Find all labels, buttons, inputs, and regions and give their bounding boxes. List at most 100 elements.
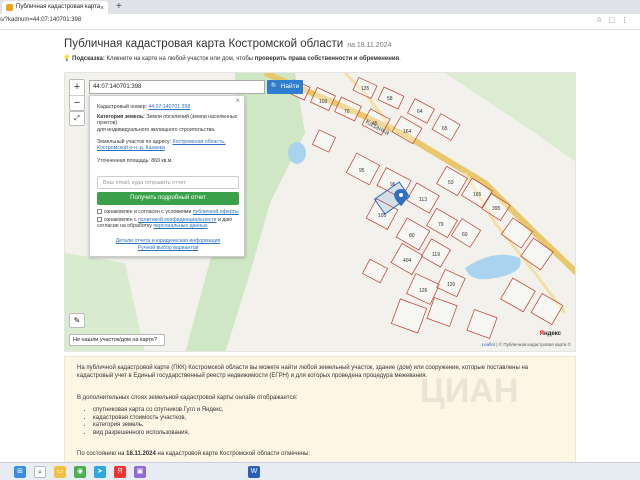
map-attribution: Leaflet | © Публичная кадастровая карта … bbox=[482, 342, 571, 347]
plot-number: 96 bbox=[390, 182, 396, 188]
plot-number: 58 bbox=[387, 96, 393, 102]
hint-text: Кликните на карте на любой участок или д… bbox=[104, 56, 255, 62]
chrome-icon[interactable]: ◉ bbox=[74, 466, 86, 478]
tab-title: Публичная кадастровая карта bbox=[16, 4, 101, 10]
tab-close-icon[interactable]: × bbox=[100, 2, 104, 14]
offer-link[interactable]: публичной оферты bbox=[193, 209, 239, 215]
windows-start-icon[interactable]: ⊞ bbox=[14, 466, 26, 478]
yandex-logo: Яндекс bbox=[540, 331, 561, 337]
area-value: 869 кв.м. bbox=[151, 158, 173, 164]
page-title: Публичная кадастровая карта Костромской … bbox=[64, 38, 391, 50]
list-item: кадастровая стоимость участков, bbox=[93, 415, 224, 423]
plot-number: 165 bbox=[473, 192, 482, 198]
email-input[interactable]: Ваш email, куда отправить отчет bbox=[97, 176, 239, 189]
plot-number: 119 bbox=[432, 252, 440, 258]
plot-number: 395 bbox=[492, 206, 501, 212]
page-title-text: Публичная кадастровая карта Костромской … bbox=[64, 38, 344, 50]
ruler-icon[interactable]: ✎ bbox=[69, 313, 85, 328]
hint-label: Подсказка: bbox=[72, 56, 105, 62]
info-p3-prefix: По состоянию на bbox=[77, 451, 127, 457]
manual-select-link[interactable]: Ручной выбор вариантов bbox=[138, 245, 199, 251]
zoom-out-button[interactable]: − bbox=[70, 95, 84, 110]
plot-number: 80 bbox=[409, 233, 415, 239]
bulb-icon: 💡 bbox=[63, 56, 71, 62]
personal-data-link[interactable]: персональных данных bbox=[153, 223, 207, 229]
plot-number: 70 bbox=[344, 109, 350, 115]
plot-number: 404 bbox=[403, 258, 412, 264]
plot-number: 164 bbox=[403, 129, 412, 135]
privacy-link[interactable]: политикой конфиденциальности bbox=[138, 217, 216, 223]
expand-icon[interactable]: ⤢ bbox=[69, 111, 85, 126]
cadastral-map[interactable]: Казанка 97103704516413558646595961135316… bbox=[64, 72, 576, 352]
leaflet-link[interactable]: Leaflet bbox=[482, 342, 496, 347]
parcel-popup: × Кадастровый номер: 44:07:140701:398 Ка… bbox=[89, 95, 245, 257]
info-p3-date: 18.11.2024 bbox=[126, 451, 156, 457]
search-input[interactable]: 44:07:140701:398 bbox=[89, 80, 265, 94]
address-row: Земельный участок по адресу: Костромская… bbox=[97, 139, 239, 152]
search-icon[interactable]: ⌕ bbox=[34, 466, 46, 478]
plot-number: 113 bbox=[419, 197, 427, 203]
offer-checkbox-row[interactable]: ознакомлен и согласен с условиями публич… bbox=[97, 209, 239, 215]
search-button-label: Найти bbox=[280, 83, 300, 90]
yandex-logo-rest: ндекс bbox=[543, 331, 561, 337]
attribution-text: | © Публичная кадастровая карта © bbox=[495, 342, 571, 347]
photos-icon[interactable]: ▣ bbox=[134, 466, 146, 478]
list-item: категория земель, bbox=[93, 422, 224, 430]
plot-number: 65 bbox=[442, 126, 448, 132]
address-bar: s/?kadnum=44:07:140701:398 ☆⬚⋮ bbox=[0, 14, 640, 30]
info-p3-suffix: на кадастровой карте Костромской области… bbox=[155, 451, 311, 457]
plot-number: 135 bbox=[361, 86, 370, 92]
file-explorer-icon[interactable]: ▭ bbox=[54, 466, 66, 478]
plot-number: 64 bbox=[417, 109, 423, 115]
plot-number: 105 bbox=[378, 213, 387, 219]
browser-toolbar-icons[interactable]: ☆⬚⋮ bbox=[596, 16, 634, 24]
manual-row: Ручной выбор вариантов bbox=[97, 245, 239, 251]
info-paragraph-3: По состоянию на 18.11.2024 на кадастрово… bbox=[77, 451, 565, 459]
hint-bold: проверить права собственности и обремене… bbox=[254, 56, 400, 62]
yandex-icon[interactable]: Я bbox=[114, 466, 126, 478]
new-tab-button[interactable]: + bbox=[116, 0, 122, 14]
plot-number: 45 bbox=[372, 121, 378, 127]
plot-number: 95 bbox=[359, 168, 365, 174]
page-title-date: на 18.11.2024 bbox=[347, 42, 392, 49]
forest-area-3 bbox=[445, 73, 575, 162]
pond bbox=[288, 142, 306, 164]
list-item: вид разрешенного использования. bbox=[93, 430, 224, 438]
category-label: Категория земель: bbox=[97, 114, 145, 120]
offer-text: ознакомлен и согласен с условиями bbox=[104, 209, 193, 215]
get-report-button[interactable]: Получить подробный отчет bbox=[97, 192, 239, 205]
area-label: Уточненная площадь: bbox=[97, 158, 150, 164]
plot-number: 53 bbox=[448, 180, 454, 186]
list-item: спутниковая карта со спутников Гугл и Ян… bbox=[93, 407, 224, 415]
zoom-in-button[interactable]: + bbox=[70, 80, 84, 95]
lake bbox=[465, 254, 521, 280]
plot-number: 79 bbox=[438, 222, 444, 228]
plot-number: 120 bbox=[447, 282, 456, 288]
browser-tabbar: Публичная кадастровая карта × + bbox=[0, 0, 640, 14]
hint-end: . bbox=[399, 56, 401, 62]
site-favicon-icon bbox=[6, 4, 13, 11]
privacy-text: ознакомлен с bbox=[104, 217, 138, 223]
layers-list: спутниковая карта со спутников Гугл и Ян… bbox=[87, 407, 224, 437]
privacy-checkbox-row[interactable]: ознакомлен с политикой конфиденциальност… bbox=[97, 217, 239, 230]
cadastral-link[interactable]: 44:07:140701:398 bbox=[148, 104, 190, 110]
offer-checkbox[interactable] bbox=[97, 209, 102, 214]
word-icon[interactable]: W bbox=[248, 466, 260, 478]
browser-tab[interactable]: Публичная кадастровая карта × bbox=[2, 1, 108, 14]
cadastral-label: Кадастровый номер: bbox=[97, 104, 147, 110]
cian-watermark: ЦИАН bbox=[420, 372, 519, 410]
taskbar: ⊞ ⌕ ▭ ◉ ➤ Я ▣ W bbox=[0, 462, 640, 480]
search-button[interactable]: 🔍 Найти bbox=[267, 80, 303, 94]
area-row: Уточненная площадь: 869 кв.м. bbox=[97, 158, 239, 164]
usage-value: для индивидуального жилищного строительс… bbox=[97, 126, 216, 133]
privacy-checkbox[interactable] bbox=[97, 217, 102, 222]
legal-info-link[interactable]: Детали отчета и юридическая информация bbox=[116, 238, 221, 244]
hint: 💡 Подсказка: Кликните на карте на любой … bbox=[63, 55, 401, 62]
plot-number: 126 bbox=[419, 288, 428, 294]
legal-row: Детали отчета и юридическая информация bbox=[97, 238, 239, 244]
plot-number: 103 bbox=[319, 99, 328, 105]
category-row: Категория земель: Земли поселений (земли… bbox=[97, 114, 239, 133]
telegram-icon[interactable]: ➤ bbox=[94, 466, 106, 478]
url-field[interactable]: s/?kadnum=44:07:140701:398 bbox=[0, 17, 81, 23]
not-found-button[interactable]: Не нашли участок/дом на карте? bbox=[69, 334, 165, 346]
